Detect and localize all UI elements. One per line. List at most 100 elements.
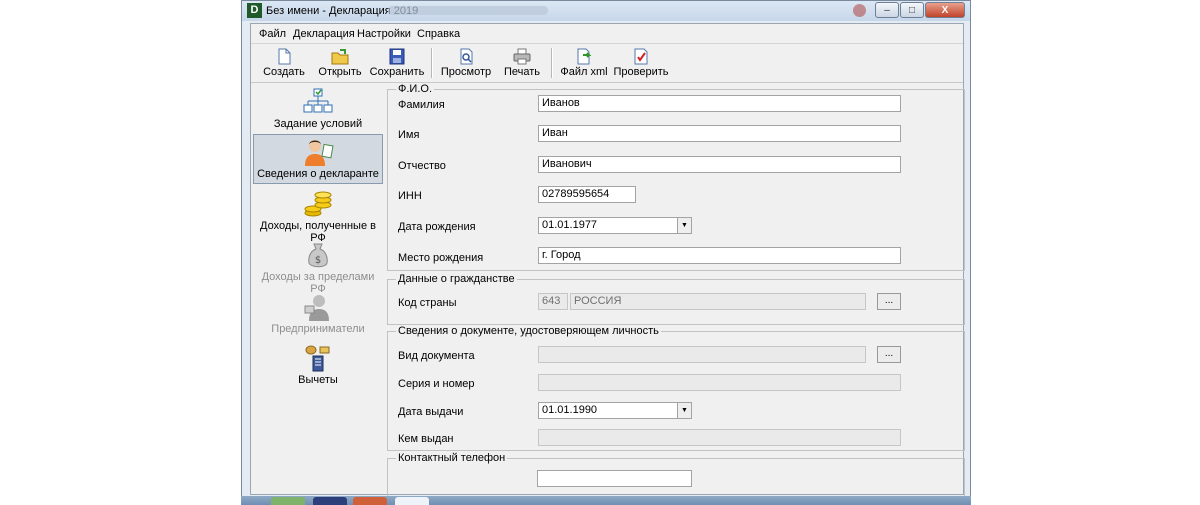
save-label: Сохранить xyxy=(369,66,425,78)
svg-text:$: $ xyxy=(315,255,321,266)
patronymic-field[interactable]: Иванович xyxy=(538,156,901,173)
record-indicator-icon xyxy=(853,4,866,17)
create-button[interactable]: Создать xyxy=(261,46,307,82)
nav-item-declarant[interactable]: Сведения о декларанте xyxy=(253,134,383,184)
doc-type-field xyxy=(538,346,866,363)
xml-file-label: Файл xml xyxy=(560,66,608,78)
taskbar-app-icon[interactable] xyxy=(271,497,305,505)
taskbar-app-icon[interactable] xyxy=(353,497,387,505)
person-icon xyxy=(305,140,334,166)
citizenship-group: Данные о гражданстве Код страны 643 РОСС… xyxy=(387,273,965,325)
last-name-label: Фамилия xyxy=(398,99,445,111)
nav-item-entrepreneurs[interactable]: Предприниматели xyxy=(253,290,383,340)
open-button[interactable]: Открыть xyxy=(317,46,363,82)
phone-field[interactable] xyxy=(537,470,692,487)
chevron-down-icon[interactable]: ▼ xyxy=(677,218,691,233)
menu-settings[interactable]: Настройки xyxy=(357,28,411,40)
inn-field[interactable]: 02789595654 xyxy=(538,186,636,203)
conditions-tree-icon xyxy=(303,88,333,113)
taskbar-app-icon[interactable] xyxy=(395,497,429,505)
chevron-down-icon[interactable]: ▼ xyxy=(677,403,691,418)
create-label: Создать xyxy=(263,66,305,78)
citizenship-legend: Данные о гражданстве xyxy=(396,273,517,285)
check-icon xyxy=(634,48,648,65)
entrepreneur-icon xyxy=(304,295,329,321)
new-document-icon xyxy=(278,48,291,65)
birth-date-label: Дата рождения xyxy=(398,221,476,233)
nav-label-entrepreneurs: Предприниматели xyxy=(271,323,365,335)
xml-file-button[interactable]: Файл xml xyxy=(559,46,609,82)
money-bag-icon: $ xyxy=(308,243,328,268)
toolbar-separator xyxy=(551,48,553,78)
window-controls: – □ X xyxy=(874,2,965,18)
issue-date-label: Дата выдачи xyxy=(398,406,464,418)
open-label: Открыть xyxy=(318,66,362,78)
series-number-field[interactable] xyxy=(538,374,901,391)
title-blurred-region xyxy=(388,6,548,15)
minimize-button[interactable]: – xyxy=(875,2,899,18)
nav-item-deductions[interactable]: Вычеты xyxy=(253,341,383,391)
print-label: Печать xyxy=(503,66,541,78)
taskbar-app-icon[interactable] xyxy=(313,497,347,505)
issue-date-value: 01.01.1990 xyxy=(542,404,598,416)
preview-label: Просмотр xyxy=(440,66,492,78)
issue-date-picker[interactable]: 01.01.1990 ▼ xyxy=(538,402,692,419)
nav-label-declarant: Сведения о декларанте xyxy=(257,168,379,180)
issued-by-field[interactable] xyxy=(538,429,901,446)
issued-by-label: Кем выдан xyxy=(398,433,454,445)
menu-bar: Файл Декларация Настройки Справка xyxy=(251,24,963,44)
xml-export-icon xyxy=(577,48,592,65)
nav-label-deductions: Вычеты xyxy=(298,374,338,386)
toolbar: Создать Открыть Сохранить Просмотр Печат… xyxy=(251,44,963,83)
country-code-field: 643 xyxy=(538,293,568,310)
printer-icon xyxy=(513,48,531,65)
series-number-label: Серия и номер xyxy=(398,378,475,390)
first-name-field[interactable]: Иван xyxy=(538,125,901,142)
preview-button[interactable]: Просмотр xyxy=(439,46,493,82)
toolbar-separator xyxy=(431,48,433,78)
birth-date-value: 01.01.1977 xyxy=(542,219,598,231)
nav-item-income-abroad[interactable]: $ Доходы за пределами РФ xyxy=(253,238,383,295)
contact-legend: Контактный телефон xyxy=(396,452,508,464)
identity-legend: Сведения о документе, удостоверяющем лич… xyxy=(396,325,661,337)
patronymic-label: Отчество xyxy=(398,160,446,172)
client-area: Файл Декларация Настройки Справка Создат… xyxy=(250,23,965,496)
deductions-icon xyxy=(305,345,330,372)
app-window: D Без имени - Декларация 2019 – □ X Файл… xyxy=(241,0,971,505)
close-button[interactable]: X xyxy=(925,2,965,18)
doc-type-browse-button[interactable]: ... xyxy=(877,346,901,363)
nav-item-income-rf[interactable]: Доходы, полученные в РФ xyxy=(253,187,383,244)
fio-group: Ф.И.О. Фамилия Иванов Имя Иван Отчество … xyxy=(387,83,965,271)
maximize-button[interactable]: □ xyxy=(900,2,924,18)
birth-place-field[interactable]: г. Город xyxy=(538,247,901,264)
nav-label-conditions: Задание условий xyxy=(273,118,363,130)
print-button[interactable]: Печать xyxy=(501,46,543,82)
save-button[interactable]: Сохранить xyxy=(369,46,425,82)
country-name-field: РОССИЯ xyxy=(570,293,866,310)
inn-label: ИНН xyxy=(398,190,422,202)
coins-icon xyxy=(304,191,332,217)
preview-icon xyxy=(460,48,473,65)
doc-type-label: Вид документа xyxy=(398,350,475,362)
country-code-label: Код страны xyxy=(398,297,457,309)
menu-file[interactable]: Файл xyxy=(259,28,286,40)
fio-legend: Ф.И.О. xyxy=(396,83,434,95)
menu-declaration[interactable]: Декларация xyxy=(293,28,355,40)
check-button[interactable]: Проверить xyxy=(613,46,669,82)
sidebar-nav: Задание условий Сведения о декларанте До… xyxy=(251,83,383,495)
last-name-field[interactable]: Иванов xyxy=(538,95,901,112)
contact-group: Контактный телефон xyxy=(387,452,965,496)
birth-date-picker[interactable]: 01.01.1977 ▼ xyxy=(538,217,692,234)
nav-item-conditions[interactable]: Задание условий xyxy=(253,85,383,135)
menu-help[interactable]: Справка xyxy=(417,28,460,40)
open-folder-icon xyxy=(331,49,349,65)
check-label: Проверить xyxy=(613,66,669,78)
identity-document-group: Сведения о документе, удостоверяющем лич… xyxy=(387,325,965,451)
title-bar[interactable]: D Без имени - Декларация 2019 – □ X xyxy=(242,1,970,21)
birth-place-label: Место рождения xyxy=(398,252,484,264)
app-logo-icon: D xyxy=(247,3,262,18)
taskbar xyxy=(241,496,971,505)
save-disk-icon xyxy=(389,48,405,65)
first-name-label: Имя xyxy=(398,129,420,141)
country-browse-button[interactable]: ... xyxy=(877,293,901,310)
